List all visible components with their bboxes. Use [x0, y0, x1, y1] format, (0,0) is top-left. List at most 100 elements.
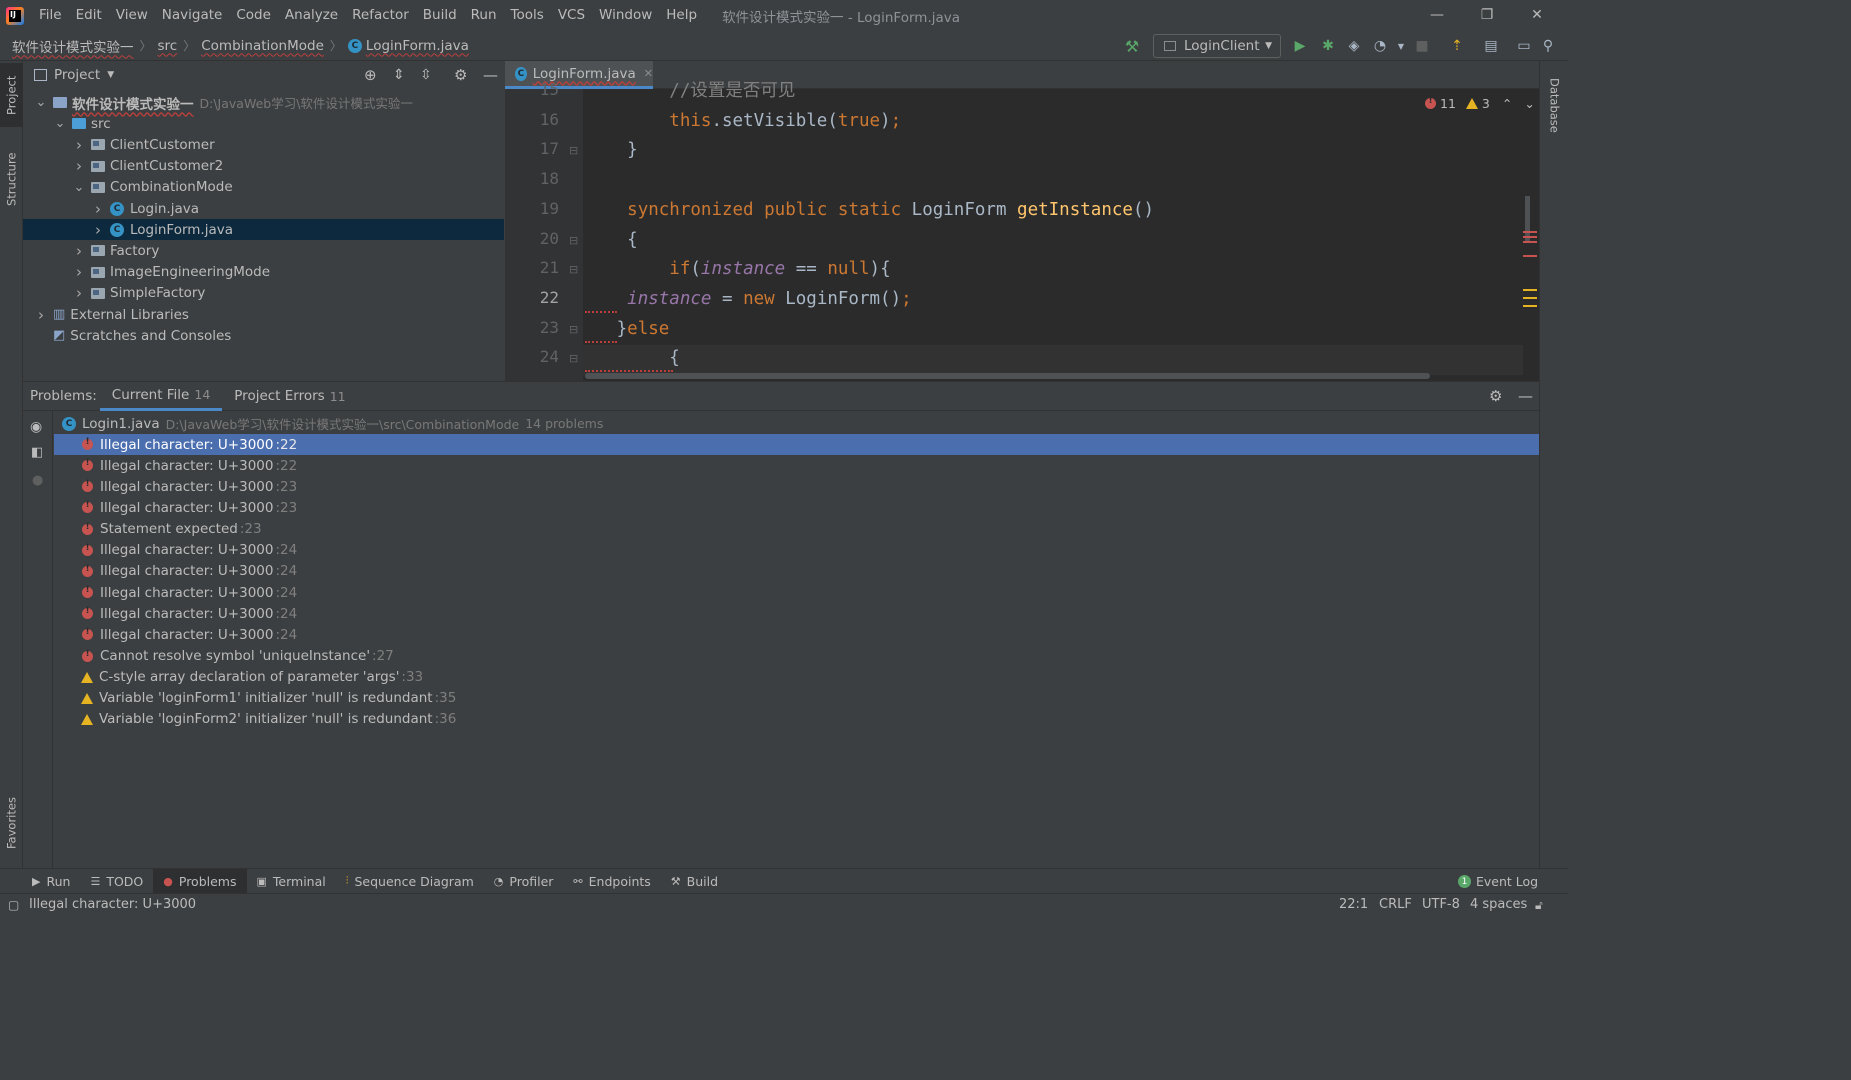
horizontal-scrollbar[interactable]	[585, 373, 1430, 379]
bottom-tab-problems[interactable]: ● Problems	[153, 868, 247, 894]
run-icon[interactable]: ▶	[1292, 38, 1308, 54]
eye-icon[interactable]: ◉	[30, 419, 42, 435]
code-line[interactable]: }	[585, 135, 638, 165]
lock-icon[interactable]: 🔓︎	[1535, 894, 1543, 916]
tree-item[interactable]: › ClientCustomer	[23, 134, 504, 155]
problem-item[interactable]: Illegal character: U+3000:24	[54, 561, 1539, 582]
problem-item[interactable]: Variable 'loginForm2' initializer 'null'…	[54, 709, 1539, 730]
fold-marker-icon[interactable]: ⊟	[569, 323, 578, 336]
chevron-down-icon[interactable]: ▼	[107, 70, 114, 80]
warning-stripe-mark[interactable]	[1523, 289, 1537, 291]
restore-button[interactable]: ❐	[1462, 0, 1512, 31]
tree-item[interactable]: › C Login.java	[23, 198, 504, 219]
breadcrumb-package[interactable]: CombinationMode	[201, 38, 324, 54]
menu-analyze[interactable]: Analyze	[278, 0, 345, 31]
expand-all-icon[interactable]: ⇕	[393, 67, 405, 83]
bottom-tab-sequence-diagram[interactable]: ⫶ Sequence Diagram	[336, 869, 484, 894]
hide-panel-icon[interactable]: —	[483, 66, 498, 84]
file-encoding[interactable]: UTF-8	[1422, 894, 1460, 916]
side-tab-project[interactable]: Project	[0, 63, 23, 127]
profile-icon[interactable]: ◔	[1372, 38, 1388, 54]
tab-project-errors[interactable]: Project Errors 11	[222, 382, 357, 411]
close-window-button[interactable]: ✕	[1512, 0, 1562, 31]
minimize-button[interactable]: —	[1412, 0, 1462, 31]
next-highlight-icon[interactable]: ⌄	[1524, 96, 1534, 111]
chevron-right-icon[interactable]: ›	[92, 200, 104, 218]
side-tab-favorites[interactable]: Favorites	[0, 787, 23, 859]
chevron-right-icon[interactable]: ›	[92, 221, 104, 239]
tree-item[interactable]: › ImageEngineeringMode	[23, 262, 504, 283]
previous-highlight-icon[interactable]: ⌃	[1502, 96, 1512, 111]
bottom-tab-run[interactable]: ▶ Run	[22, 869, 80, 894]
error-stripe-mark[interactable]	[1523, 236, 1537, 238]
side-tab-database[interactable]: Database	[1543, 69, 1566, 141]
tab-current-file[interactable]: Current File 14	[99, 382, 223, 411]
chevron-right-icon[interactable]: ›	[73, 242, 85, 260]
problem-item[interactable]: Variable 'loginForm1' initializer 'null'…	[54, 688, 1539, 709]
error-stripe-mark[interactable]	[1523, 255, 1537, 257]
vertical-scrollbar[interactable]	[1525, 196, 1530, 241]
menu-window[interactable]: Window	[592, 0, 659, 31]
menu-code[interactable]: Code	[229, 0, 278, 31]
inspection-widget[interactable]: 11 3 ⌃ ⌄	[1425, 96, 1535, 111]
project-view-selector[interactable]: Project	[54, 67, 100, 83]
chevron-down-icon[interactable]: ⌄	[73, 180, 85, 195]
chevron-down-icon[interactable]: ⌄	[54, 116, 66, 131]
tree-item[interactable]: › Factory	[23, 240, 504, 261]
problem-item[interactable]: Illegal character: U+3000:24	[54, 603, 1539, 624]
bottom-tab-build[interactable]: ⚒ Build	[661, 869, 728, 894]
tree-item[interactable]: › ClientCustomer2	[23, 156, 504, 177]
breadcrumb-project[interactable]: 软件设计模式实验一	[12, 36, 134, 56]
error-stripe-mark[interactable]	[1523, 231, 1537, 233]
problem-item[interactable]: Illegal character: U+3000:23	[54, 476, 1539, 497]
menu-vcs[interactable]: VCS	[551, 0, 592, 31]
menu-help[interactable]: Help	[659, 0, 704, 31]
problem-item[interactable]: Illegal character: U+3000:23	[54, 497, 1539, 518]
run-configuration-select[interactable]: LoginClient ▼	[1153, 34, 1281, 58]
lightbulb-icon[interactable]: ●	[32, 473, 43, 488]
problems-file-row[interactable]: C Login1.java D:\JavaWeb学习\软件设计模式实验一\src…	[54, 413, 1539, 434]
caret-position[interactable]: 22:1	[1339, 894, 1368, 916]
fold-marker-icon[interactable]: ⊟	[569, 263, 578, 276]
code-line[interactable]: if(instance == null){	[585, 254, 890, 284]
chevron-right-icon[interactable]: ›	[73, 136, 85, 154]
code-line[interactable]: //设置是否可见	[585, 76, 795, 106]
fold-marker-icon[interactable]: ⊟	[569, 352, 578, 365]
problem-item[interactable]: Illegal character: U+3000:24	[54, 582, 1539, 603]
tree-item[interactable]: › ▥ External Libraries	[23, 304, 504, 325]
menu-navigate[interactable]: Navigate	[155, 0, 230, 31]
bottom-tab-endpoints[interactable]: ⚯ Endpoints	[563, 869, 660, 894]
menu-tools[interactable]: Tools	[504, 0, 551, 31]
coverage-icon[interactable]: ◈	[1346, 38, 1362, 54]
problem-item[interactable]: C-style array declaration of parameter '…	[54, 667, 1539, 688]
side-tab-structure[interactable]: Structure	[0, 143, 23, 215]
problem-item[interactable]: Illegal character: U+3000:24	[54, 540, 1539, 561]
build-hammer-icon[interactable]: ⚒	[1124, 37, 1140, 56]
line-separator[interactable]: CRLF	[1379, 894, 1412, 916]
chevron-down-icon[interactable]: ⌄	[35, 95, 47, 110]
stop-icon[interactable]: ■	[1414, 38, 1430, 54]
breadcrumb-file[interactable]: LoginForm.java	[366, 38, 469, 54]
hide-panel-icon[interactable]: —	[1518, 387, 1533, 405]
tree-item[interactable]: › C LoginForm.java	[23, 219, 504, 241]
chevron-right-icon[interactable]: ›	[35, 306, 47, 324]
tree-item[interactable]: ◩ Scratches and Consoles	[23, 325, 504, 346]
chevron-right-icon[interactable]: ›	[73, 157, 85, 175]
problem-item[interactable]: Illegal character: U+3000:24	[54, 624, 1539, 645]
toggle-tool-windows-icon[interactable]: ▢	[8, 894, 19, 916]
problem-item[interactable]: Illegal character: U+3000:22	[54, 434, 1539, 455]
code-line[interactable]: instance = new LoginForm();	[585, 284, 912, 314]
breadcrumb-src[interactable]: src	[158, 38, 178, 54]
problem-item[interactable]: Illegal character: U+3000:22	[54, 455, 1539, 476]
bottom-tab-todo[interactable]: ☰ TODO	[80, 869, 153, 894]
gear-icon[interactable]: ⚙	[454, 66, 467, 84]
fold-marker-icon[interactable]: ⊟	[569, 234, 578, 247]
warning-stripe-mark[interactable]	[1523, 297, 1537, 299]
chevron-right-icon[interactable]: ›	[73, 284, 85, 302]
vcs-update-icon[interactable]: ⇡	[1449, 38, 1465, 54]
problem-item[interactable]: Statement expected:23	[54, 519, 1539, 540]
code-line[interactable]: synchronized public static LoginForm get…	[585, 195, 1154, 225]
tree-item[interactable]: ⌄ 软件设计模式实验一 D:\JavaWeb学习\软件设计模式实验一	[23, 92, 504, 113]
bottom-tab-profiler[interactable]: ◔ Profiler	[484, 869, 564, 894]
preview-icon[interactable]: ◧	[31, 445, 43, 460]
